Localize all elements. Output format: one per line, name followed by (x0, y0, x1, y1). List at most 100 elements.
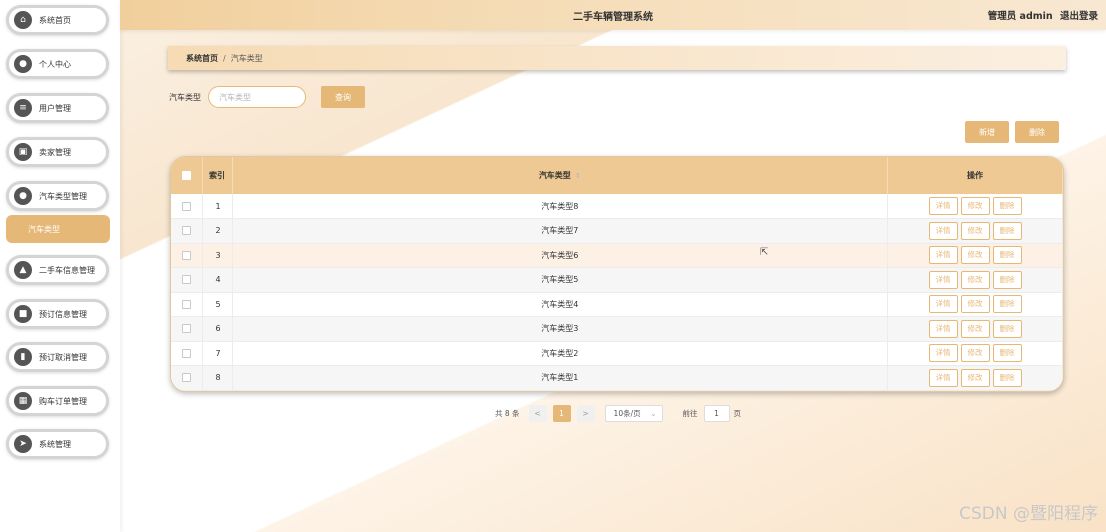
sidebar-item-label: 个人中心 (39, 59, 71, 69)
sidebar-item-label: 预订取消管理 (39, 352, 87, 362)
logout-link[interactable]: 退出登录 (1060, 11, 1098, 22)
edit-button[interactable]: 修改 (960, 295, 990, 314)
sidebar: ⌂ 系统首页 ● 个人中心 ≡ 用户管理 ▣ 卖家管理 ● 汽车类型管理 ▲ 二手车信息管理 ■ 预订信息… (0, 0, 120, 532)
add-button[interactable]: 新增 (965, 121, 1009, 143)
detail-button[interactable]: 详情 (928, 270, 958, 289)
batch-delete-button[interactable]: 删除 (1015, 121, 1059, 143)
sidebar-item-label: 卖家管理 (39, 147, 71, 157)
edit-button[interactable]: 修改 (960, 344, 990, 363)
goto-page-input[interactable]: 1 (703, 404, 730, 422)
delete-button[interactable]: 删除 (992, 221, 1022, 240)
edit-button[interactable]: 修改 (960, 368, 990, 387)
sidebar-item[interactable]: ● 汽车类型管理 (6, 181, 109, 211)
edit-button[interactable]: 修改 (960, 246, 990, 265)
row-checkbox[interactable] (181, 373, 191, 383)
header-type[interactable]: 汽车类型 ⇕ (232, 157, 888, 194)
delete-button[interactable]: 删除 (992, 319, 1022, 338)
row-ops: 详情 修改 删除 (887, 267, 1063, 293)
select-all-checkbox[interactable] (181, 171, 191, 180)
table-row[interactable]: 1 汽车类型8 详情 修改 删除 (171, 194, 1063, 219)
delete-button[interactable]: 删除 (992, 246, 1022, 265)
row-ops: 详情 修改 删除 (887, 218, 1063, 244)
grid-icon: ▦ (14, 392, 32, 410)
search-label: 汽车类型 (169, 93, 201, 102)
row-ops: 详情 修改 删除 (887, 243, 1063, 268)
sidebar-item-label: 预订信息管理 (39, 309, 87, 319)
sidebar-item[interactable]: ▲ 二手车信息管理 (6, 255, 109, 285)
detail-button[interactable]: 详情 (928, 344, 958, 363)
user-icon: ● (14, 55, 32, 73)
row-type: 汽车类型5 (232, 267, 888, 293)
page-size-value: 10条/页 (613, 408, 641, 418)
table-row[interactable]: 4 汽车类型5 详情 修改 删除 (171, 267, 1063, 293)
table-row[interactable]: 8 汽车类型1 详情 修改 删除 (171, 365, 1063, 391)
delete-button[interactable]: 删除 (992, 295, 1022, 314)
detail-button[interactable]: 详情 (928, 197, 958, 215)
edit-button[interactable]: 修改 (960, 197, 990, 215)
sidebar-item[interactable]: ▣ 卖家管理 (6, 137, 109, 167)
table-row[interactable]: 5 汽车类型4 详情 修改 删除 (171, 292, 1063, 317)
detail-button[interactable]: 详情 (928, 221, 958, 240)
search-input[interactable] (208, 86, 306, 108)
row-checkbox[interactable] (181, 299, 191, 309)
breadcrumb-separator: / (223, 53, 226, 63)
prev-page-button[interactable]: < (528, 404, 547, 422)
table-row[interactable]: 3 汽车类型6 详情 修改 删除 (171, 243, 1063, 268)
row-checkbox[interactable] (181, 348, 191, 358)
row-index: 5 (202, 292, 233, 317)
edit-button[interactable]: 修改 (960, 319, 990, 338)
row-checkbox[interactable] (181, 226, 191, 236)
list-icon: ≡ (14, 99, 32, 117)
page-size-select[interactable]: 10条/页 ⌄ (604, 404, 663, 422)
delete-button[interactable]: 删除 (992, 344, 1022, 363)
row-type: 汽车类型8 (232, 194, 888, 219)
row-select-cell (171, 194, 203, 219)
row-ops: 详情 修改 删除 (887, 292, 1063, 317)
table-row[interactable]: 6 汽车类型3 详情 修改 删除 (171, 316, 1063, 342)
sidebar-item[interactable]: ■ 预订信息管理 (6, 299, 109, 329)
row-select-cell (171, 267, 203, 293)
page-number-current[interactable]: 1 (552, 404, 571, 422)
table-row[interactable]: 7 汽车类型2 详情 修改 删除 (171, 341, 1063, 366)
delete-button[interactable]: 删除 (992, 368, 1022, 387)
detail-button[interactable]: 详情 (928, 246, 958, 265)
sidebar-item[interactable]: ▦ 购车订单管理 (6, 386, 109, 416)
row-checkbox[interactable] (181, 250, 191, 260)
sidebar-item-label: 汽车类型管理 (39, 191, 87, 201)
breadcrumb-current: 汽车类型 (230, 53, 263, 63)
breadcrumb: 系统首页 / 汽车类型 (168, 46, 1066, 70)
row-checkbox[interactable] (181, 275, 191, 285)
row-select-cell (171, 341, 203, 366)
bar-chart-icon: ▮ (14, 348, 32, 366)
header-ops: 操作 (887, 157, 1063, 194)
breadcrumb-home[interactable]: 系统首页 (186, 53, 218, 64)
thumb-icon: ▲ (14, 261, 32, 279)
query-button[interactable]: 查询 (321, 86, 365, 108)
edit-button[interactable]: 修改 (960, 221, 990, 240)
edit-button[interactable]: 修改 (960, 270, 990, 289)
delete-button[interactable]: 删除 (992, 270, 1022, 289)
table-row[interactable]: 2 汽车类型7 详情 修改 删除 (171, 218, 1063, 244)
send-icon: ➤ (14, 435, 32, 453)
row-ops: 详情 修改 删除 (887, 341, 1063, 366)
sort-icon[interactable]: ⇕ (575, 172, 581, 180)
select-all-cell (171, 157, 203, 194)
mouse-cursor-icon: ⇱ (760, 247, 769, 258)
detail-button[interactable]: 详情 (928, 295, 958, 314)
sidebar-subitem-active[interactable]: 汽车类型 (6, 215, 110, 243)
row-checkbox[interactable] (181, 201, 191, 211)
sidebar-item[interactable]: ⌂ 系统首页 (6, 5, 109, 35)
sidebar-item[interactable]: ▮ 预订取消管理 (6, 342, 109, 372)
next-page-button[interactable]: > (576, 404, 595, 422)
sidebar-item[interactable]: ≡ 用户管理 (6, 93, 109, 123)
sidebar-item[interactable]: ● 个人中心 (6, 49, 109, 79)
sidebar-item[interactable]: ➤ 系统管理 (6, 429, 109, 459)
detail-button[interactable]: 详情 (928, 368, 958, 387)
detail-button[interactable]: 详情 (928, 319, 958, 338)
delete-button[interactable]: 删除 (992, 197, 1022, 215)
row-type: 汽车类型7 (232, 218, 888, 244)
row-checkbox[interactable] (181, 324, 191, 334)
row-index: 6 (202, 316, 233, 342)
header-user-area: 管理员 admin 退出登录 (982, 8, 1098, 22)
row-ops: 详情 修改 删除 (887, 365, 1063, 391)
